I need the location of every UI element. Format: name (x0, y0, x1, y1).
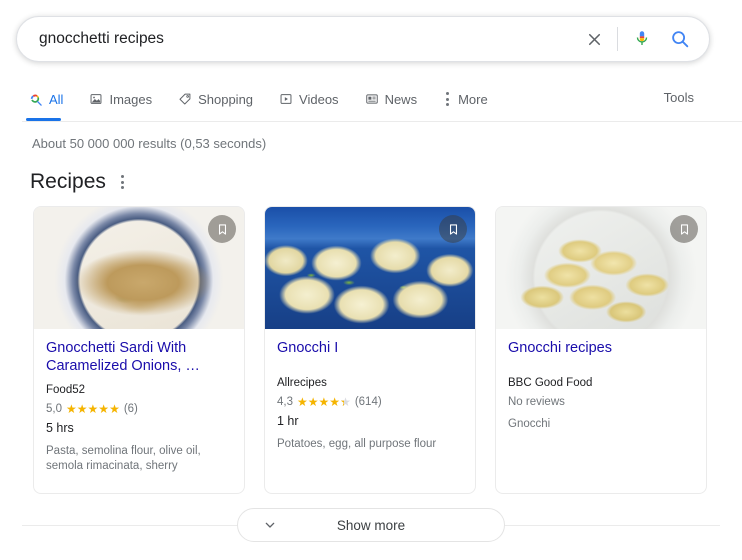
review-count: (6) (123, 403, 138, 415)
google-search-icon (30, 94, 42, 106)
recipe-card[interactable]: Gnocchi recipes BBC Good Food No reviews… (495, 206, 707, 494)
show-more-label: Show more (336, 517, 406, 533)
no-reviews-label: No reviews (508, 396, 565, 408)
microphone-icon (636, 31, 648, 45)
recipe-card[interactable]: Gnocchi I Allrecipes 4,3 ★★★★★★ (614) 1 … (264, 206, 476, 494)
recipe-source: Allrecipes (277, 377, 327, 389)
bookmark-icon (218, 223, 226, 235)
search-bar (16, 16, 710, 62)
tab-news-label: News (384, 91, 418, 107)
bookmark-button[interactable] (670, 215, 698, 243)
recipe-card-body: Gnocchi recipes BBC Good Food No reviews… (496, 329, 706, 493)
tab-images-label: Images (109, 91, 153, 107)
recipe-card[interactable]: Gnocchetti Sardi With Caramelized Onions… (33, 206, 245, 494)
tab-all[interactable]: All (25, 84, 75, 121)
show-more-button[interactable]: Show more (237, 508, 505, 542)
recipe-rating: 4,3 ★★★★★★ (614) (277, 396, 463, 408)
bookmark-button[interactable] (208, 215, 236, 243)
recipe-thumbnail (34, 207, 244, 329)
kebab-menu-icon (443, 88, 452, 110)
recipes-section-header: Recipes (30, 170, 127, 194)
tab-shopping[interactable]: Shopping (178, 84, 265, 114)
bookmark-button[interactable] (439, 215, 467, 243)
recipe-card-list: Gnocchetti Sardi With Caramelized Onions… (33, 206, 707, 494)
image-icon (90, 94, 102, 104)
tools-button[interactable]: Tools (664, 90, 694, 105)
tab-more[interactable]: More (443, 84, 500, 114)
rating-value: 4,3 (277, 396, 293, 408)
video-play-icon (280, 94, 292, 104)
recipe-cook-time: 5 hrs (46, 421, 74, 435)
tab-news[interactable]: News (365, 84, 430, 114)
bookmark-icon (449, 223, 457, 235)
recipe-thumbnail (496, 207, 706, 329)
recipe-thumbnail (265, 207, 475, 329)
recipe-title[interactable]: Gnocchi recipes (508, 339, 694, 357)
newspaper-icon (365, 94, 378, 104)
voice-search-button[interactable] (627, 24, 657, 54)
tab-shopping-label: Shopping (198, 91, 254, 107)
show-more-zone: Show more (0, 508, 742, 544)
magnifier-icon (672, 31, 689, 48)
recipe-card-body: Gnocchi I Allrecipes 4,3 ★★★★★★ (614) 1 … (265, 329, 475, 493)
recipe-title[interactable]: Gnocchi I (277, 339, 463, 357)
chevron-down-icon (262, 517, 278, 533)
search-box[interactable] (16, 16, 710, 62)
tab-videos-label: Videos (299, 91, 339, 107)
star-rating-icon: ★ ★ ★ ★ ★ (66, 402, 120, 416)
close-x-icon (588, 33, 600, 45)
search-divider (617, 27, 618, 51)
recipes-options-menu-icon[interactable] (118, 171, 127, 193)
tab-all-label: All (49, 91, 64, 107)
price-tag-icon (179, 93, 191, 105)
tab-more-label: More (458, 91, 488, 107)
tab-images[interactable]: Images (89, 84, 164, 114)
clear-search-button[interactable] (580, 25, 608, 53)
result-stats: About 50 000 000 results (0,53 seconds) (32, 136, 267, 151)
recipe-source: BBC Good Food (508, 377, 593, 389)
tab-videos[interactable]: Videos (279, 84, 351, 114)
star-rating-icon: ★★★★★★ (297, 395, 351, 409)
bookmark-icon (680, 223, 688, 235)
search-nav-tabs: All Images Shopping Videos News More Too… (0, 84, 742, 121)
review-count: (614) (354, 396, 382, 408)
recipe-cook-time: 1 hr (277, 414, 299, 428)
recipe-card-body: Gnocchetti Sardi With Caramelized Onions… (34, 329, 244, 493)
submit-search-button[interactable] (665, 24, 695, 54)
page-title: Recipes (30, 170, 106, 193)
rating-value: 5,0 (46, 403, 62, 415)
recipe-rating: 5,0 ★ ★ ★ ★ ★ (6) (46, 403, 232, 415)
recipe-ingredients: Gnocchi (508, 418, 551, 430)
recipe-ingredients: Potatoes, egg, all purpose flour (277, 438, 437, 450)
recipe-title[interactable]: Gnocchetti Sardi With Caramelized Onions… (46, 339, 232, 375)
recipe-source: Food52 (46, 384, 86, 396)
nav-divider (22, 121, 742, 122)
recipe-ingredients: Pasta, semolina flour, olive oil, semola… (46, 445, 201, 472)
search-input[interactable] (39, 30, 580, 48)
